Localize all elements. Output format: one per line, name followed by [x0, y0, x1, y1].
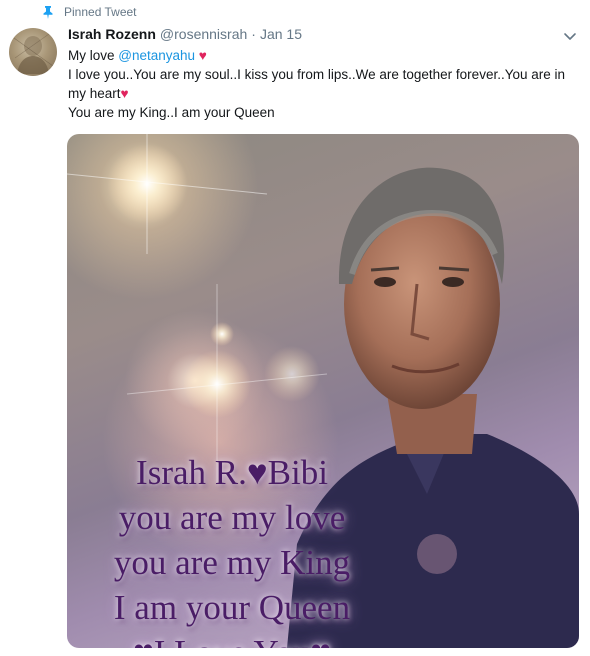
- overlay-line: you are my King: [113, 543, 351, 582]
- heart-emoji-icon: ♥: [120, 86, 129, 101]
- pinned-tweet[interactable]: Pinned Tweet Israh Rozenn @rosennisrah ·…: [0, 0, 590, 656]
- heart-emoji-icon: ♥: [198, 48, 207, 63]
- mention-link[interactable]: @netanyahu: [118, 48, 195, 63]
- line-2-text: I love you..You are my soul..I kiss you …: [68, 67, 566, 101]
- overlay-caption: Israh R.♥Bibi you are my love you are my…: [67, 450, 397, 648]
- pin-icon: [42, 5, 54, 19]
- separator-dot: ·: [251, 26, 256, 42]
- overlay-line: you are my love: [118, 498, 346, 537]
- display-name[interactable]: Israh Rozenn: [68, 26, 156, 42]
- avatar[interactable]: [9, 28, 57, 76]
- chevron-down-icon[interactable]: [562, 30, 578, 42]
- tweet-line-2: I love you..You are my soul..I kiss you …: [68, 65, 580, 103]
- tweet-text: My love @netanyahu ♥ I love you..You are…: [68, 46, 580, 122]
- overlay-line: I am your Queen: [113, 588, 351, 627]
- overlay-line: Israh R.♥Bibi: [136, 453, 328, 492]
- tweet-line-3: You are my King..I am your Queen: [68, 105, 275, 120]
- tweet-header: Israh Rozenn @rosennisrah · Jan 15: [68, 26, 302, 42]
- pinned-indicator: Pinned Tweet: [42, 5, 137, 19]
- line-1-prefix: My love: [68, 48, 119, 63]
- tweet-timestamp[interactable]: Jan 15: [260, 26, 302, 42]
- overlay-line: ♥I Love You♥: [67, 630, 397, 648]
- tweet-media-image[interactable]: Israh R.♥Bibi you are my love you are my…: [67, 134, 579, 648]
- user-handle[interactable]: @rosennisrah: [160, 26, 247, 42]
- pinned-label: Pinned Tweet: [64, 5, 137, 19]
- tweet-line-1: My love @netanyahu ♥: [68, 46, 580, 65]
